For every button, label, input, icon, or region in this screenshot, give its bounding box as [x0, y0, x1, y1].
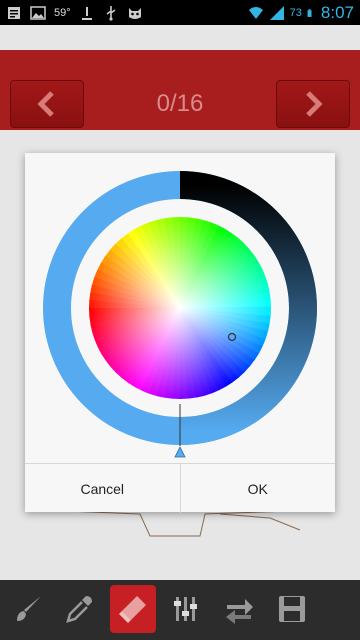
gallery-icon — [30, 5, 46, 20]
next-page-button[interactable] — [276, 80, 350, 128]
download-icon — [81, 6, 92, 20]
wifi-icon — [248, 6, 263, 19]
color-wheel-area — [43, 171, 317, 458]
value-indicator-triangle[interactable] — [174, 446, 186, 458]
page-counter: 0/16 — [156, 90, 204, 117]
hue-saturation-wheel[interactable] — [85, 213, 275, 403]
battery-icon — [307, 8, 312, 17]
brush-tool[interactable] — [6, 585, 52, 633]
save-icon — [279, 596, 305, 622]
sliders-icon — [174, 597, 197, 621]
cancel-button[interactable]: Cancel — [25, 464, 180, 513]
notification-icons: 59° — [6, 3, 143, 22]
brush-icon — [17, 596, 41, 621]
notes-icon — [8, 6, 20, 19]
color-picker-dialog: Cancel OK — [25, 153, 335, 513]
ok-button[interactable]: OK — [179, 464, 336, 513]
system-icons: 73 8:07 — [248, 0, 354, 25]
eyedropper-icon — [66, 596, 92, 623]
adjust-tool[interactable] — [163, 585, 209, 633]
chevron-right-icon — [306, 91, 323, 117]
previous-page-button[interactable] — [10, 80, 84, 128]
chevron-left-icon — [37, 91, 54, 117]
swap-tool[interactable] — [216, 585, 262, 633]
eraser-tool[interactable] — [110, 585, 156, 633]
cat-icon — [128, 7, 141, 19]
swap-icon — [226, 599, 253, 624]
eyedropper-tool[interactable] — [57, 585, 103, 633]
usb-icon — [106, 5, 116, 21]
eraser-icon — [119, 596, 146, 623]
bottom-toolbar — [0, 580, 360, 640]
status-bar: 59° 73 8:07 — [0, 0, 360, 25]
battery-percent: 73 — [289, 6, 302, 19]
clock: 8:07 — [320, 2, 354, 22]
temperature-readout: 59° — [54, 6, 71, 19]
dialog-button-bar: Cancel OK — [25, 463, 335, 513]
signal-icon — [269, 5, 284, 20]
save-tool[interactable] — [269, 585, 315, 633]
